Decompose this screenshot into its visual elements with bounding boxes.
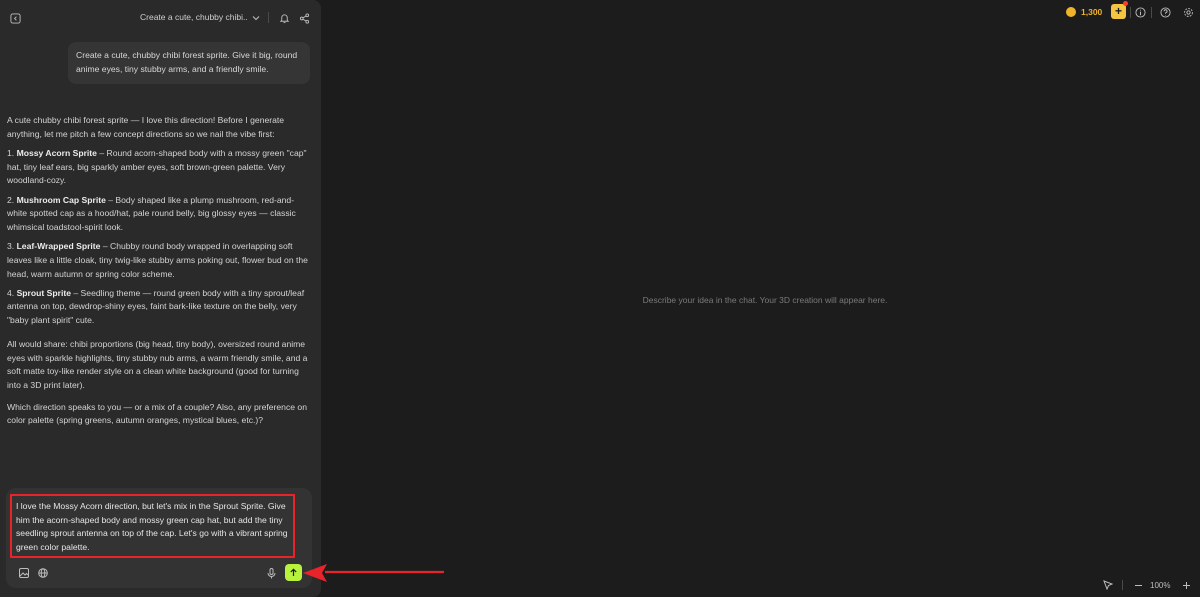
settings-icon[interactable]: [1182, 6, 1194, 18]
minus-icon[interactable]: [1132, 579, 1144, 591]
concept-option: 3. Leaf-Wrapped Sprite – Chubby round bo…: [7, 241, 308, 279]
bell-icon[interactable]: [278, 12, 290, 24]
toolbar-divider: [1151, 7, 1152, 18]
credits-count: 1,300: [1081, 7, 1103, 17]
header-divider: [268, 12, 269, 23]
pointer-icon[interactable]: [1102, 579, 1114, 591]
image-icon[interactable]: [18, 567, 30, 579]
assistant-intro: A cute chubby chibi forest sprite — I lo…: [7, 115, 285, 139]
arrow-up-icon: [290, 568, 297, 576]
assistant-message: A cute chubby chibi forest sprite — I lo…: [7, 114, 311, 434]
chevron-down-icon[interactable]: [251, 13, 261, 23]
share-icon[interactable]: [298, 12, 310, 24]
globe-icon[interactable]: [37, 567, 49, 579]
help-icon[interactable]: [1159, 6, 1171, 18]
sidebar-toggle-icon[interactable]: [9, 12, 21, 24]
chat-panel: Create a cute, chubby chibi... Create a …: [0, 0, 321, 597]
concept-option: 1. Mossy Acorn Sprite – Round acorn-shap…: [7, 147, 307, 186]
add-credits-button[interactable]: +: [1111, 4, 1126, 19]
zoom-divider: [1122, 580, 1123, 590]
canvas-placeholder: Describe your idea in the chat. Your 3D …: [642, 295, 888, 305]
credits-badge[interactable]: 1,300 +: [1061, 1, 1128, 21]
concept-option: 4. Sprout Sprite – Seedling theme — roun…: [7, 287, 305, 326]
notification-dot: [1123, 1, 1128, 6]
concept-option: 2. Mushroom Cap Sprite – Body shaped lik…: [7, 194, 296, 232]
toolbar-divider: [1130, 7, 1131, 18]
assistant-question: Which direction speaks to you — or a mix…: [7, 401, 307, 426]
user-message: Create a cute, chubby chibi forest sprit…: [68, 42, 310, 84]
coin-icon: [1066, 7, 1076, 17]
plus-icon[interactable]: [1180, 579, 1192, 591]
send-button[interactable]: [285, 564, 302, 581]
annotation-arrow: [303, 564, 444, 582]
zoom-level: 100%: [1150, 581, 1171, 590]
microphone-icon[interactable]: [265, 567, 277, 579]
message-composer: I love the Mossy Acorn direction, but le…: [6, 488, 312, 588]
chat-header: Create a cute, chubby chibi...: [0, 0, 321, 36]
conversation-title[interactable]: Create a cute, chubby chibi...: [140, 12, 248, 22]
message-input[interactable]: I love the Mossy Acorn direction, but le…: [10, 494, 295, 558]
info-icon[interactable]: [1134, 6, 1146, 18]
assistant-shared-traits: All would share: chibi proportions (big …: [7, 338, 308, 390]
